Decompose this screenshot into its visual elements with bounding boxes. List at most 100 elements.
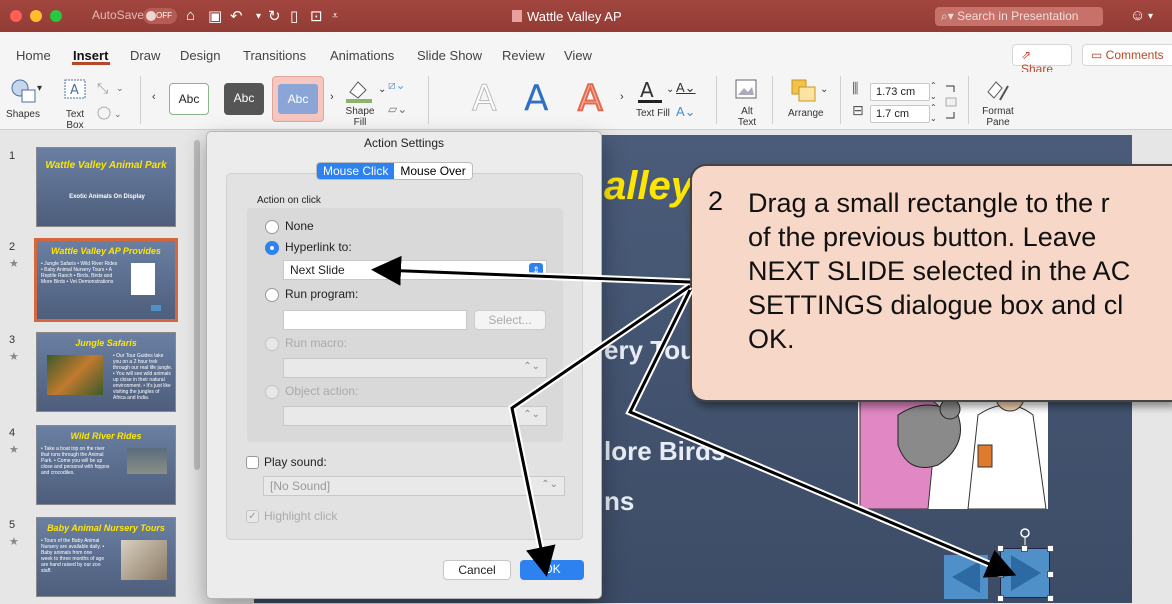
styles-scroll-right-icon[interactable]: ›: [330, 92, 334, 103]
next-slide-action-button[interactable]: [1000, 548, 1050, 598]
shape-height-input[interactable]: 1.73 cm: [870, 83, 930, 101]
shape-width-stepper[interactable]: ⌃ ⌄: [930, 102, 937, 124]
resize-handle-n[interactable]: [1021, 545, 1028, 552]
tab-home[interactable]: Home: [16, 48, 51, 63]
instruction-line: NEXT SLIDE selected in the AC: [748, 256, 1131, 286]
undo-dropdown-icon[interactable]: ▾: [256, 11, 261, 22]
select-program-button[interactable]: Select...: [474, 310, 546, 330]
resize-handle-nw[interactable]: [997, 545, 1004, 552]
run-program-radio[interactable]: [265, 288, 279, 302]
shape-outline-icon[interactable]: ⧄⌄: [388, 79, 406, 91]
wordart-icon[interactable]: ⤡ ⌄: [96, 78, 128, 98]
comments-button[interactable]: ▭ Comments: [1082, 44, 1172, 66]
shape-fill-label: Shape Fill: [340, 106, 380, 128]
mouse-click-tab[interactable]: Mouse Click: [317, 163, 395, 179]
shapes-icon[interactable]: [10, 78, 38, 104]
slide-thumbnail-title: Wattle Valley Animal Park: [45, 160, 167, 171]
tab-draw[interactable]: Draw: [130, 48, 160, 63]
customize-toolbar-icon[interactable]: ⩡: [332, 10, 338, 23]
arrange-dropdown-icon[interactable]: ⌄: [820, 84, 828, 95]
close-window-button[interactable]: [10, 10, 22, 22]
shape-height-stepper[interactable]: ⌃ ⌄: [930, 80, 937, 102]
object-action-label: Object action:: [285, 384, 359, 398]
shape-width-input[interactable]: 1.7 cm: [870, 105, 930, 123]
minimize-window-button[interactable]: [30, 10, 42, 22]
shape-effects-icon[interactable]: ▱⌄: [388, 103, 407, 115]
forward-arrow-icon: [1011, 555, 1041, 591]
cancel-button[interactable]: Cancel: [443, 560, 511, 580]
ribbon-divider: [140, 76, 141, 124]
run-macro-radio[interactable]: [265, 337, 279, 351]
resize-handle-ne[interactable]: [1047, 545, 1054, 552]
previous-slide-action-button[interactable]: [944, 555, 988, 599]
run-macro-select[interactable]: ⌃⌄: [283, 358, 547, 378]
slide-number: 3: [9, 334, 16, 346]
styles-scroll-left-icon[interactable]: ‹: [152, 92, 156, 103]
shape-style-white[interactable]: Abc: [169, 83, 209, 115]
text-box-icon[interactable]: A: [63, 78, 87, 100]
redo-icon[interactable]: ↻: [268, 7, 281, 25]
feedback-smiley-icon[interactable]: ☺: [1130, 7, 1145, 24]
feedback-dropdown-icon[interactable]: ▾: [1148, 11, 1153, 22]
svg-text:A: A: [70, 83, 79, 98]
save-icon[interactable]: ▣: [208, 7, 222, 25]
text-fill-dropdown-icon[interactable]: ⌄: [666, 84, 674, 95]
slide-thumbnail-2[interactable]: Wattle Valley AP Provides • Jungle Safar…: [34, 238, 178, 322]
insert-object-icon[interactable]: ⌄: [96, 104, 128, 122]
hyperlink-target-select[interactable]: Next Slide ⇕: [283, 260, 547, 280]
present-icon[interactable]: ⊡: [310, 7, 323, 25]
slide-thumbnail-5[interactable]: Baby Animal Nursery Tours • Tours of the…: [36, 517, 176, 597]
wordart-scroll-right-icon[interactable]: ›: [620, 92, 624, 103]
none-radio[interactable]: [265, 220, 279, 234]
format-pane-label-1: Format: [982, 106, 1014, 117]
run-program-input[interactable]: [283, 310, 467, 330]
format-pane-icon[interactable]: [984, 78, 1012, 104]
autosave-toggle[interactable]: OFF: [143, 8, 177, 24]
shape-fill-icon[interactable]: [344, 78, 376, 104]
wordart-style-blue-icon[interactable]: A: [524, 78, 549, 119]
slide-thumbnail-1[interactable]: Wattle Valley Animal Park Exotic Animals…: [36, 147, 176, 227]
shapes-dropdown-icon[interactable]: ▾: [37, 83, 42, 94]
tab-transitions[interactable]: Transitions: [243, 48, 306, 63]
lock-aspect-ratio-icon[interactable]: [944, 84, 958, 120]
slide-thumbnail-4[interactable]: Wild River Rides • Take a boat trip on t…: [36, 425, 176, 505]
shape-fill-dropdown-icon[interactable]: ⌄: [378, 84, 386, 95]
slide-bullet: ns: [604, 486, 635, 516]
search-input[interactable]: ⌕▾ Search in Presentation: [935, 7, 1103, 26]
resize-handle-w[interactable]: [997, 571, 1004, 578]
tab-insert[interactable]: Insert: [73, 48, 108, 63]
object-action-radio[interactable]: [265, 385, 279, 399]
arrange-icon[interactable]: [790, 78, 820, 104]
wordart-style-outline-icon[interactable]: A: [472, 78, 498, 120]
shape-style-dark[interactable]: Abc: [224, 83, 264, 115]
resize-handle-sw[interactable]: [997, 595, 1004, 602]
tab-view[interactable]: View: [564, 48, 592, 63]
shape-style-selected[interactable]: Abc: [272, 76, 324, 122]
new-slide-icon[interactable]: ▯: [290, 7, 298, 25]
tab-design[interactable]: Design: [180, 48, 220, 63]
hyperlink-to-radio[interactable]: [265, 241, 279, 255]
undo-icon[interactable]: ↶: [230, 7, 243, 25]
share-button[interactable]: ⇗ Share: [1012, 44, 1072, 76]
text-outline-icon[interactable]: A⌄: [676, 81, 696, 94]
resize-handle-se[interactable]: [1047, 595, 1054, 602]
play-sound-checkbox[interactable]: [246, 456, 259, 469]
zoom-window-button[interactable]: [50, 10, 62, 22]
slide-thumbnail-3[interactable]: Jungle Safaris • Our Tour Guides take yo…: [36, 332, 176, 412]
wordart-style-orange-icon[interactable]: A: [577, 77, 604, 120]
highlight-click-checkbox[interactable]: ✓: [246, 510, 259, 523]
tab-animations[interactable]: Animations: [330, 48, 394, 63]
text-fill-icon[interactable]: A: [636, 78, 666, 104]
ok-button[interactable]: OK: [520, 560, 584, 580]
alt-text-icon[interactable]: [734, 78, 760, 102]
sound-select[interactable]: [No Sound] ⌃⌄: [263, 476, 565, 496]
home-icon[interactable]: ⌂: [186, 7, 195, 24]
tab-review[interactable]: Review: [502, 48, 545, 63]
rotate-handle-icon[interactable]: [1019, 527, 1031, 545]
text-effects-icon[interactable]: A⌄: [676, 105, 696, 118]
slide-thumbnail-title: Baby Animal Nursery Tours: [47, 523, 165, 533]
mouse-over-tab[interactable]: Mouse Over: [394, 163, 471, 179]
object-action-select[interactable]: ⌃⌄: [283, 406, 547, 426]
tab-slide-show[interactable]: Slide Show: [417, 48, 482, 63]
resize-handle-e[interactable]: [1047, 571, 1054, 578]
